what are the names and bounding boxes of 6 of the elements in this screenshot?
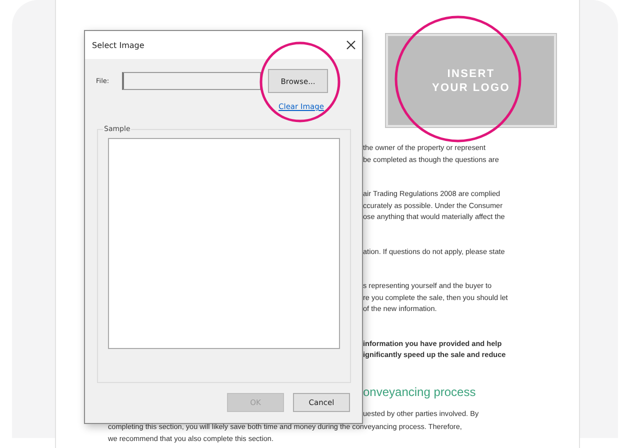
section-heading: onveyancing process (363, 384, 476, 400)
dialog-title: Select Image (92, 40, 144, 50)
file-field[interactable] (122, 72, 261, 90)
close-icon[interactable] (346, 40, 356, 50)
placeholder-text: YOUR LOGO (432, 80, 510, 94)
placeholder-text: INSERT (447, 66, 495, 80)
